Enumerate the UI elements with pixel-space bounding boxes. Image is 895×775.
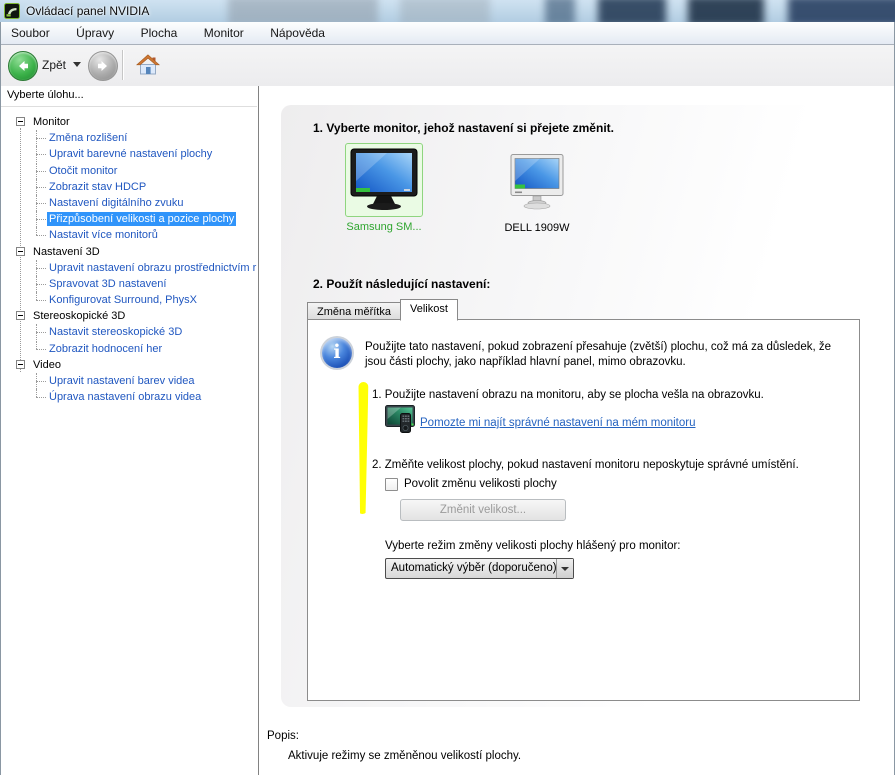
tree-item-hodnoceni-her[interactable]: Zobrazit hodnocení her	[0, 340, 257, 357]
tree-item-prizpusobeni-velikosti[interactable]: Přizpůsobení velikosti a pozice plochy	[0, 211, 257, 228]
tree-item-barvy-videa[interactable]: Upravit nastavení barev videa	[0, 373, 257, 390]
menu-upravy[interactable]: Úpravy	[65, 22, 125, 40]
monitor-icon	[479, 153, 595, 216]
glass-reflection	[788, 0, 895, 22]
tree-item-otocit-monitor[interactable]: Otočit monitor	[0, 162, 257, 179]
tab-velikost[interactable]: Velikost	[399, 299, 458, 321]
tree-item-zobrazit-hdcp[interactable]: Zobrazit stav HDCP	[0, 178, 257, 195]
instruction-item-1: 1. Použijte nastavení obrazu na monitoru…	[372, 389, 764, 401]
tab-strip: Změna měřítka Velikost	[307, 299, 458, 321]
monitor-settings-help-link[interactable]: Pomozte mi najít správné nastavení na mé…	[420, 417, 696, 429]
enable-resize-checkbox-label[interactable]: Povolit změnu velikosti plochy	[404, 478, 557, 490]
tree-item-upravit-nastaveni-obrazu[interactable]: Upravit nastavení obrazu prostřednictvím…	[0, 259, 257, 276]
step2-heading: 2. Použít následující nastavení:	[313, 277, 491, 291]
description-label: Popis:	[267, 730, 299, 742]
nvidia-control-panel-window: Ovládací panel NVIDIA Soubor Úpravy Ploc…	[0, 0, 895, 775]
glass-reflection	[545, 0, 575, 22]
tree-item-zmena-rozliseni[interactable]: Změna rozlišení	[0, 130, 257, 147]
back-button-label: Zpět	[42, 58, 67, 72]
tree-collapse-minus-box-icon[interactable]	[16, 311, 25, 321]
menu-soubor[interactable]: Soubor	[0, 22, 61, 40]
back-button[interactable]	[8, 51, 38, 81]
tree-item-spravovat-3d[interactable]: Spravovat 3D nastavení	[0, 275, 257, 293]
resize-mode-combobox-value: Automatický výběr (doporučeno)	[391, 562, 557, 574]
glass-reflection	[598, 0, 666, 22]
menu-napoveda[interactable]: Nápověda	[259, 22, 336, 40]
settings-panel: 1. Vyberte monitor, jehož nastavení si p…	[281, 105, 882, 707]
nvidia-logo-icon[interactable]	[4, 3, 20, 19]
tree-collapse-minus-box-icon[interactable]	[16, 246, 25, 256]
main-content: 1. Vyberte monitor, jehož nastavení si p…	[259, 86, 895, 775]
resize-mode-combo-label: Vyberte režim změny velikosti plochy hlá…	[385, 540, 681, 552]
tv-remote-icon	[385, 405, 417, 438]
tree-item-konfigurovat-surround[interactable]: Konfigurovat Surround, PhysX	[0, 292, 257, 308]
tree-item-upravit-barevne[interactable]: Upravit barevné nastavení plochy	[0, 146, 257, 163]
title-bar: Ovládací panel NVIDIA	[0, 0, 895, 22]
window-left-edge	[0, 22, 1, 775]
home-icon	[136, 54, 160, 75]
monitor-label-samsung: Samsung SM...	[346, 221, 422, 233]
tree-item-nastaveni-3d[interactable]: Nastavení 3D	[0, 244, 257, 260]
monitor-item-samsung[interactable]: Samsung SM...	[341, 143, 427, 233]
enable-resize-checkbox[interactable]	[385, 478, 398, 491]
tree-item-stereoskopicke-3d[interactable]: Stereoskopické 3D	[0, 308, 257, 324]
task-tree: Monitor Změna rozlišení Upravit barevné …	[0, 106, 257, 775]
monitor-item-dell[interactable]: DELL 1909W	[479, 143, 595, 234]
tree-item-video[interactable]: Video	[0, 357, 257, 373]
glass-reflection	[228, 0, 378, 22]
tree-item-monitor[interactable]: Monitor	[0, 114, 257, 130]
info-icon	[322, 338, 352, 368]
home-button[interactable]	[136, 54, 160, 76]
info-text: Použijte tato nastavení, pokud zobrazení…	[365, 341, 832, 368]
description-text: Aktivuje režimy se změněnou velikostí pl…	[288, 750, 522, 762]
monitor-label-dell: DELL 1909W	[504, 222, 570, 234]
window-title: Ovládací panel NVIDIA	[26, 4, 150, 18]
back-history-chevron-down-icon[interactable]	[73, 62, 81, 67]
back-arrow-icon	[19, 61, 28, 71]
tree-collapse-minus-box-icon[interactable]	[16, 359, 25, 369]
monitor-selected-frame	[345, 143, 423, 217]
forward-button[interactable]	[88, 51, 118, 81]
tree-item-vice-monitoru[interactable]: Nastavit více monitorů	[0, 227, 257, 243]
navigation-toolbar: Zpět	[0, 45, 895, 87]
toolbar-separator	[122, 50, 123, 80]
tree-item-obraz-videa[interactable]: Úprava nastavení obrazu videa	[0, 389, 257, 405]
menu-monitor[interactable]: Monitor	[193, 22, 255, 40]
tree-collapse-minus-box-icon[interactable]	[16, 117, 25, 126]
chevron-down-icon[interactable]	[556, 559, 573, 578]
change-size-button[interactable]: Změnit velikost...	[400, 499, 566, 521]
tree-item-digitalni-zvuk[interactable]: Nastavení digitálního zvuku	[0, 194, 257, 212]
task-sidebar: Vyberte úlohu... Monitor Změna rozlišení…	[0, 86, 259, 775]
glass-reflection	[400, 0, 490, 22]
forward-arrow-icon	[98, 61, 107, 71]
resize-mode-combobox[interactable]: Automatický výběr (doporučeno)	[385, 558, 574, 579]
monitor-icon	[350, 148, 418, 210]
yellow-highlighter-annotation	[358, 382, 369, 514]
menu-bar: Soubor Úpravy Plocha Monitor Nápověda	[0, 22, 895, 45]
glass-reflection	[688, 0, 764, 22]
size-tab-panel: Použijte tato nastavení, pokud zobrazení…	[307, 319, 860, 701]
step1-heading: 1. Vyberte monitor, jehož nastavení si p…	[313, 121, 614, 135]
instruction-item-2: 2. Změňte velikost plochy, pokud nastave…	[372, 459, 799, 471]
tree-item-nastavit-stereo[interactable]: Nastavit stereoskopické 3D	[0, 324, 257, 341]
menu-plocha[interactable]: Plocha	[130, 22, 189, 40]
sidebar-header: Vyberte úlohu...	[7, 89, 84, 101]
